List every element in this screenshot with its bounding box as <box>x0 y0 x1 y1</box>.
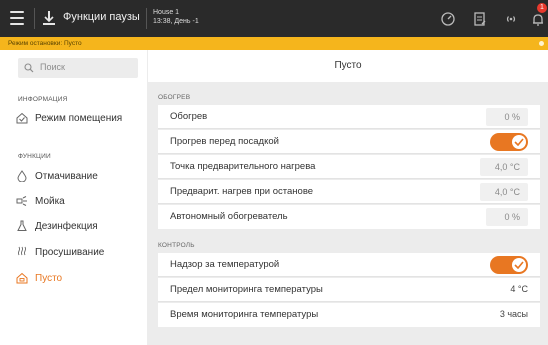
sidebar-item-empty[interactable]: Пусто <box>16 267 144 289</box>
sidebar-item-soaking[interactable]: Отмачивание <box>16 165 144 187</box>
pause-icon <box>43 11 55 25</box>
sidebar-section-functions: ФУНКЦИИ <box>18 153 51 160</box>
house-datetime: 13:38, День -1 <box>153 18 199 25</box>
setting-row-monitoring-time[interactable]: Время мониторинга температуры 3 часы <box>158 303 540 327</box>
setting-label: Предварит. нагрев при останове <box>170 186 314 197</box>
setting-label: Обогрев <box>170 111 208 122</box>
top-bar-divider <box>146 8 147 29</box>
section-title-control: КОНТРОЛЬ <box>158 242 195 249</box>
setting-row-monitoring-limit[interactable]: Предел мониторинга температуры 4 °C <box>158 278 540 302</box>
gauge-icon[interactable] <box>440 11 456 27</box>
setting-row-standalone-heater[interactable]: Автономный обогреватель 0 % <box>158 205 540 229</box>
sidebar-section-info: ИНФОРМАЦИЯ <box>18 96 68 103</box>
sidebar-item-room-mode[interactable]: Режим помещения <box>16 107 144 129</box>
droplet-icon <box>17 170 27 182</box>
sidebar-item-label: Отмачивание <box>35 170 98 182</box>
search-placeholder: Поиск <box>40 62 65 72</box>
sidebar-item-label: Мойка <box>35 195 65 207</box>
setting-label: Предел мониторинга температуры <box>170 284 323 295</box>
house-name: House 1 <box>153 9 180 16</box>
sidebar-item-label: Пусто <box>35 272 63 284</box>
toggle-knob <box>512 258 526 272</box>
sidebar-item-label: Просушивание <box>35 246 105 258</box>
setting-label: Прогрев перед посадкой <box>170 136 279 147</box>
document-icon[interactable] <box>472 11 488 27</box>
temperature-supervision-toggle[interactable] <box>490 256 528 274</box>
house-info[interactable]: House 1 13:38, День -1 <box>153 8 199 26</box>
setting-row-preheat-before-placement[interactable]: Прогрев перед посадкой <box>158 130 540 154</box>
setting-label: Время мониторинга температуры <box>170 309 319 320</box>
setting-row-preheat-point[interactable]: Точка предварительного нагрева 4,0 °C <box>158 155 540 179</box>
sidebar-item-washing[interactable]: Мойка <box>16 190 144 212</box>
signal-icon[interactable] <box>503 11 519 27</box>
section-title-heating: ОБОГРЕВ <box>158 94 191 101</box>
setting-row-preheat-on-stop[interactable]: Предварит. нагрев при останове 4,0 °C <box>158 180 540 204</box>
setting-row-heating[interactable]: Обогрев 0 % <box>158 105 540 129</box>
setting-value-field[interactable]: 4,0 °C <box>480 183 528 201</box>
setting-value-field[interactable]: 0 % <box>486 108 528 126</box>
search-icon <box>24 63 34 73</box>
heat-waves-icon <box>18 246 26 256</box>
setting-value: 3 часы <box>499 309 528 319</box>
flask-icon <box>17 220 27 231</box>
setting-value-field[interactable]: 4,0 °C <box>480 158 528 176</box>
toggle-knob <box>512 135 526 149</box>
top-bar-divider <box>34 8 35 29</box>
sidebar: Поиск ИНФОРМАЦИЯ Режим помещения ФУНКЦИИ… <box>0 50 147 345</box>
notification-badge: 1 <box>537 3 547 13</box>
sidebar-item-label: Дезинфекция <box>35 220 98 232</box>
app-title: Функции паузы <box>63 11 140 23</box>
setting-label: Точка предварительного нагрева <box>170 161 316 172</box>
check-icon <box>514 261 524 269</box>
check-icon <box>514 138 524 146</box>
bell-icon[interactable] <box>530 11 546 27</box>
setting-label: Автономный обогреватель <box>170 211 288 222</box>
menu-icon[interactable] <box>10 11 24 25</box>
status-indicator-icon <box>539 41 544 46</box>
setting-value-field[interactable]: 0 % <box>486 208 528 226</box>
status-banner: Режим остановки: Пусто <box>0 37 548 50</box>
setting-value: 4 °C <box>510 284 528 294</box>
spray-icon <box>16 196 27 206</box>
page-title: Пусто <box>334 60 362 71</box>
search-input[interactable]: Поиск <box>18 58 138 78</box>
setting-label: Надзор за температурой <box>170 259 280 270</box>
setting-row-temperature-supervision[interactable]: Надзор за температурой <box>158 253 540 277</box>
sidebar-item-label: Режим помещения <box>35 112 123 124</box>
sidebar-item-drying[interactable]: Просушивание <box>16 241 144 263</box>
preheat-toggle[interactable] <box>490 133 528 151</box>
empty-house-icon <box>16 272 28 284</box>
content-header: Пусто <box>148 50 548 82</box>
top-bar: Функции паузы House 1 13:38, День -1 1 <box>0 0 548 37</box>
sidebar-item-disinfection[interactable]: Дезинфекция <box>16 215 144 237</box>
room-mode-icon <box>16 112 28 124</box>
status-banner-text: Режим остановки: Пусто <box>8 40 82 47</box>
